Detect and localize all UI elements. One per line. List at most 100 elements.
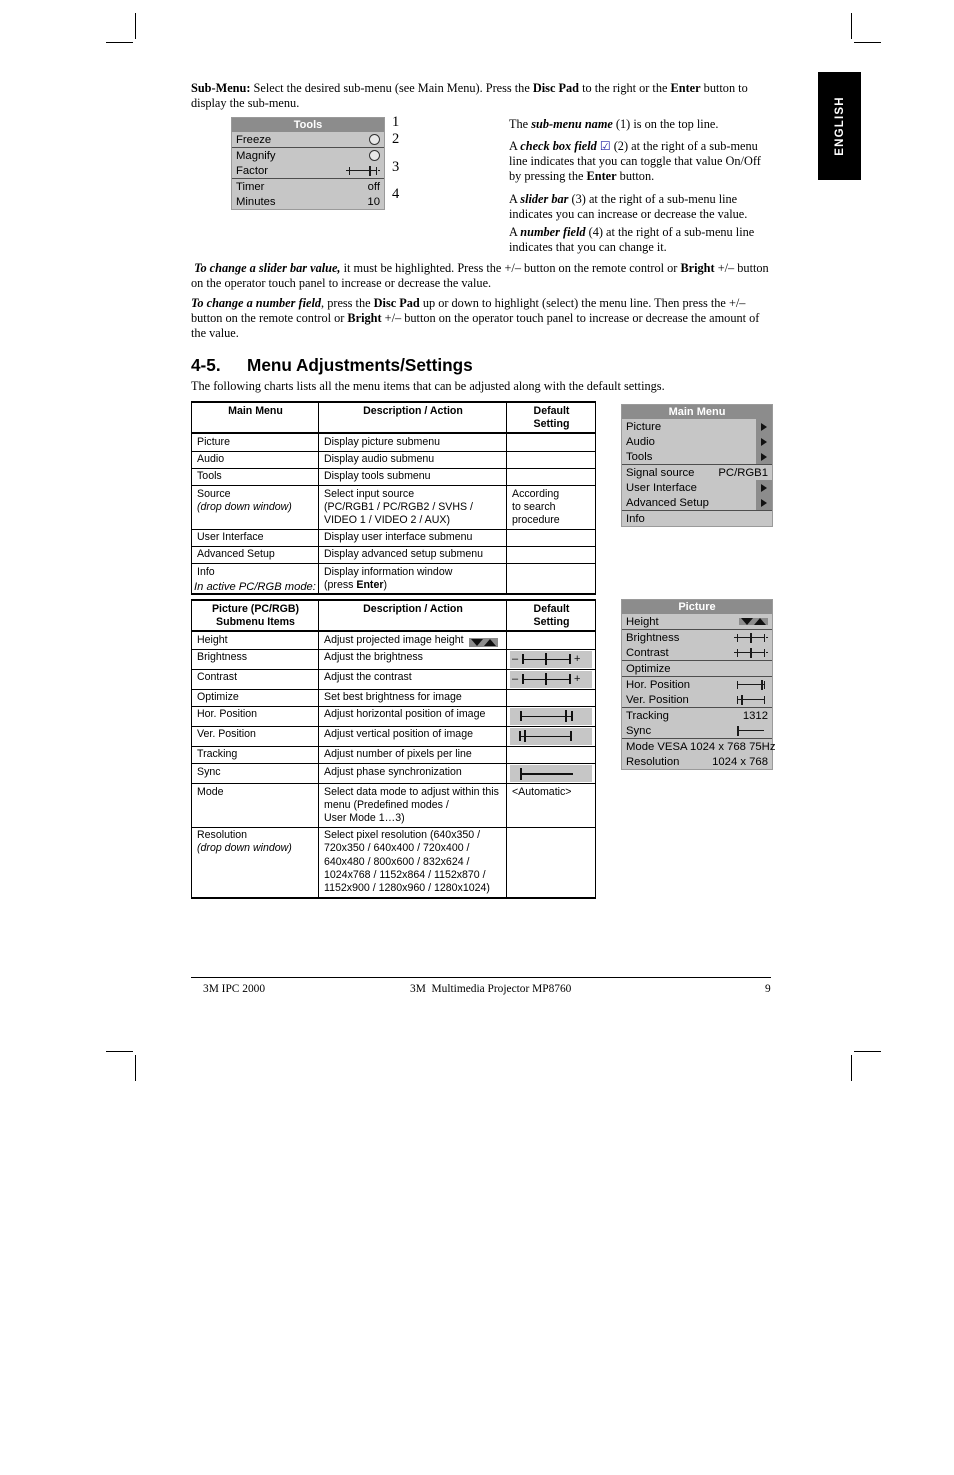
slider-bar-icon[interactable] [734,632,768,643]
submenu-intro-text-c: button to [700,81,748,95]
picture-table-cell-default [506,763,596,785]
osd-label-mode: Mode VESA 1024 x 768 75Hz [626,740,776,753]
tools-osd-label-freeze: Freeze [236,133,272,146]
checkbox-checked-icon: ☑ [599,139,611,153]
chevron-right-icon[interactable] [756,495,772,510]
table-row: Hor. Position Adjust horizontal position… [191,705,596,727]
main-table-cell-default [506,545,596,565]
desc-line: VIDEO 1 / VIDEO 2 / AUX) [324,513,450,526]
main-menu-osd-row-audio[interactable]: Audio [622,434,772,449]
main-menu-osd: Main Menu Picture Audio Tools Signal sou… [621,404,773,527]
chevron-right-icon[interactable] [756,449,772,464]
up-down-arrows-icon [468,637,498,647]
tools-osd-menu: Tools Freeze Magnify Factor Timer off Mi… [231,117,385,210]
enter-bold: Enter [670,81,701,95]
osd-label: Advanced Setup [626,496,709,509]
slider-bar-centered-icon: – + [510,650,592,668]
hdr-line1: Default [533,602,570,615]
hdr-line2: Setting [533,615,570,628]
slider-bar-icon[interactable] [346,165,380,176]
osd-label: Tracking [626,709,669,722]
main-menu-osd-row-user-interface[interactable]: User Interface [622,480,772,495]
picture-osd-menu: Picture Height Brightness Contrast Optim… [621,599,776,770]
main-table-cell-desc: Select input source (PC/RGB1 / PC/RGB2 /… [318,485,507,530]
picture-table-cell-desc: Adjust number of pixels per line [318,745,507,765]
chevron-right-icon[interactable] [756,480,772,495]
section-number: 4-5. [191,355,221,375]
picture-table-cell-item: Resolution (drop down window) [191,826,319,899]
bright-bold-2: Bright [347,311,382,326]
picture-table-cell-default [506,826,596,899]
picture-osd-row-hor-position[interactable]: Hor. Position [622,677,772,692]
osd-value-tracking: 1312 [742,709,768,722]
term-sub-menu-name: sub-menu name [531,117,613,131]
tools-osd-row-freeze[interactable]: Freeze [232,132,384,148]
osd-value-signal-source: PC/RGB1 [718,466,768,479]
submenu-intro-text-b: to the right or the [579,81,671,95]
osd-label: Height [626,615,659,628]
picture-osd-row-height[interactable]: Height [622,614,772,630]
slider-bar-icon[interactable] [734,679,768,690]
main-table-cell-menu: Picture [191,432,319,452]
main-menu-osd-row-signal-source[interactable]: Signal source PC/RGB1 [622,465,772,480]
main-table-header-menu: Main Menu [191,400,319,435]
picture-osd-row-sync[interactable]: Sync [622,723,772,739]
chevron-right-icon[interactable] [756,419,772,434]
picture-osd-row-ver-position[interactable]: Ver. Position [622,692,772,708]
main-menu-osd-title: Main Menu [622,405,772,419]
osd-label: Ver. Position [626,693,689,706]
desc-line: Select input source [324,487,415,500]
tools-osd-value-timer: off [367,180,380,193]
picture-osd-row-mode[interactable]: Mode VESA 1024 x 768 75Hz [622,739,776,754]
picture-table-cell-item: Mode [191,783,319,828]
picture-table-cell-item: Height [191,630,319,650]
picture-osd-row-tracking[interactable]: Tracking 1312 [622,708,772,723]
main-menu-osd-row-advanced-setup[interactable]: Advanced Setup [622,495,772,511]
footer-center: 3M Multimedia Projector MP8760 [410,983,571,995]
table-header-row: Picture (PC/RGB) Submenu Items Descripti… [191,598,596,633]
up-down-arrows-icon[interactable] [739,618,768,625]
tools-osd-row-minutes[interactable]: Minutes 10 [232,194,384,209]
main-table-cell-desc: Display user interface submenu [318,528,507,547]
table-row: Tools Display tools submenu [191,467,596,487]
resolution-sublabel: (drop down window) [197,842,292,855]
tools-osd-row-magnify[interactable]: Magnify [232,148,384,163]
footer-divider [191,977,771,979]
default-line2: Setting [533,417,570,430]
osd-label: Optimize [626,662,671,675]
table-row: Source (drop down window) Select input s… [191,485,596,530]
main-menu-osd-row-tools[interactable]: Tools [622,449,772,465]
main-table-cell-menu: Tools [191,467,319,487]
osd-label: Resolution [626,755,680,768]
tools-osd-row-factor[interactable]: Factor [232,163,384,179]
main-table-cell-default [506,563,596,596]
crop-mark-top-left-v [135,13,137,39]
slider-bar-icon[interactable] [734,694,768,705]
picture-osd-row-contrast[interactable]: Contrast [622,645,772,661]
main-table-header-desc: Description / Action [318,400,507,435]
chevron-right-icon[interactable] [756,434,772,449]
tools-osd-row-timer[interactable]: Timer off [232,179,384,194]
main-table-header-default: Default Setting [506,400,596,435]
picture-table-header-default: Default Setting [506,598,596,633]
checkbox-circle-icon[interactable] [369,150,380,161]
paragraph-slider-lead: To change a slider bar value, [194,261,341,275]
main-menu-osd-row-picture[interactable]: Picture [622,419,772,434]
table-row: User Interface Display user interface su… [191,528,596,547]
picture-osd-row-resolution[interactable]: Resolution 1024 x 768 [622,754,772,769]
table-row: Picture Display picture submenu [191,432,596,452]
main-table-cell-desc: Display information window (press Enter) [318,563,507,596]
slider-bar-icon[interactable] [734,647,768,658]
desc-line: menu (Predefined modes / [324,798,449,811]
checkbox-circle-icon[interactable] [369,134,380,145]
term-slider-bar: slider bar [520,192,569,206]
desc-line: (PC/RGB1 / PC/RGB2 / SVHS / [324,500,473,513]
main-table-cell-desc: Display audio submenu [318,450,507,469]
picture-osd-row-brightness[interactable]: Brightness [622,630,772,645]
main-menu-osd-row-info[interactable]: Info [622,511,772,526]
picture-osd-row-optimize[interactable]: Optimize [622,661,772,677]
section-title: Menu Adjustments/Settings [247,355,473,375]
slider-bar-icon[interactable] [734,725,768,736]
osd-label: User Interface [626,481,697,494]
crop-mark-bottom-left-v [135,1055,137,1081]
